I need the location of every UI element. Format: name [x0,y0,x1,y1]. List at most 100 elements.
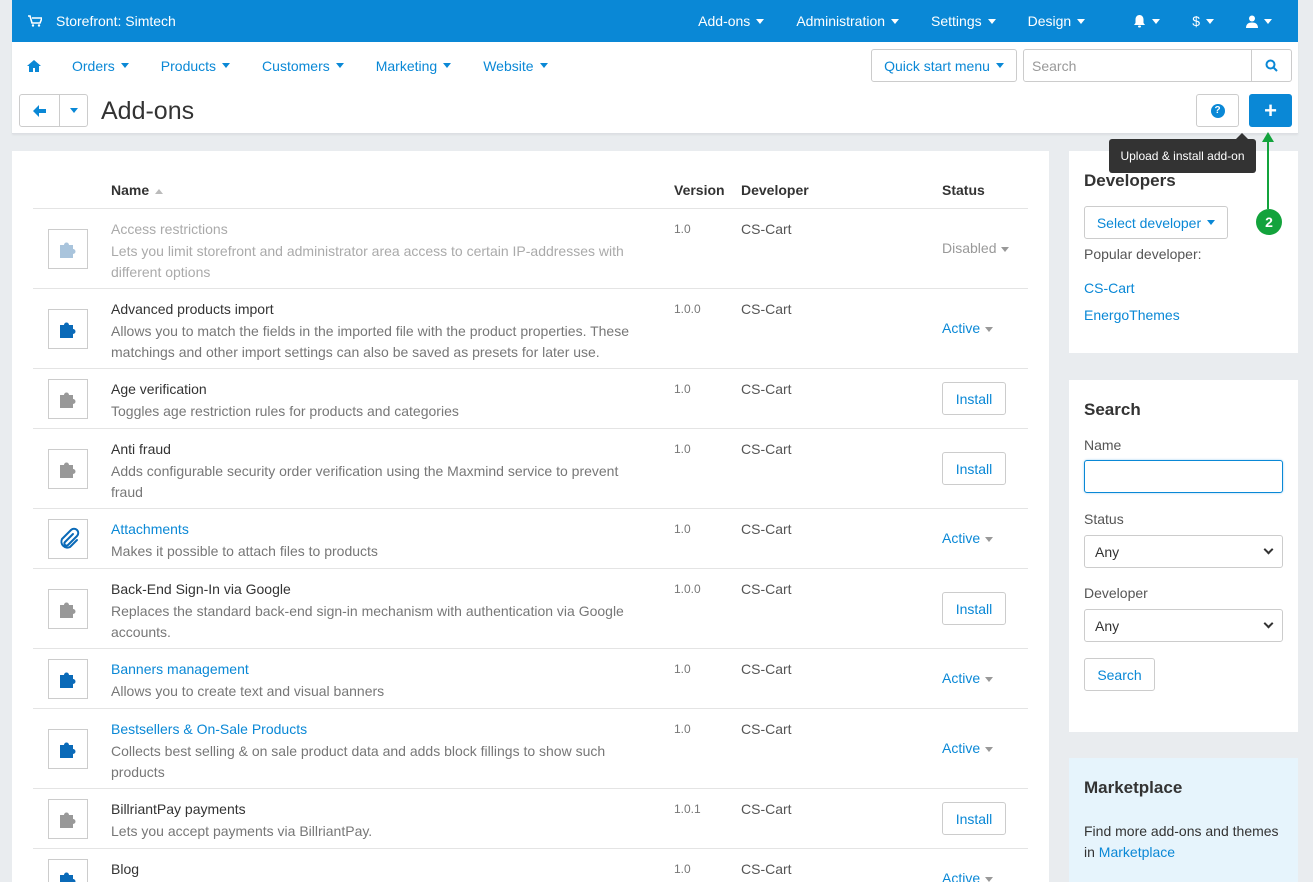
nav-website[interactable]: Website [467,58,563,74]
callout-badge: 2 [1256,209,1282,235]
addon-developer: CS-Cart [741,801,792,817]
puzzle-icon [48,799,88,839]
home-icon [27,59,41,72]
menu-settings-label: Settings [931,13,982,29]
install-button[interactable]: Install [942,382,1006,415]
table-row: Age verification Toggles age restriction… [33,369,1028,429]
addon-description: Toggles age restriction rules for produc… [111,403,459,419]
addon-version: 1.0.0 [674,582,701,596]
addon-name-link[interactable]: Attachments [111,521,189,537]
chevron-down-icon [1152,18,1161,24]
table-row: BillriantPay payments Lets you accept pa… [33,789,1028,849]
addon-description: Makes it possible to attach files to pro… [111,543,378,559]
install-button[interactable]: Install [942,592,1006,625]
addons-table: Name Version Developer Status Access res… [12,151,1049,882]
notifications-menu[interactable] [1101,0,1176,42]
status-label: Active [942,670,981,686]
addon-name: Access restrictions [111,221,228,237]
chevron-down-icon [985,536,994,542]
quick-start-menu-button[interactable]: Quick start menu [871,49,1017,82]
chevron-down-icon [539,63,548,68]
puzzle-icon [48,229,88,269]
developer-label: Developer [1084,585,1148,601]
menu-administration[interactable]: Administration [780,0,915,42]
back-button[interactable] [20,95,60,126]
addon-version: 1.0 [674,442,691,456]
addon-version: 1.0 [674,662,691,676]
addon-developer: CS-Cart [741,721,792,737]
install-button[interactable]: Install [942,452,1006,485]
addon-name: Anti fraud [111,441,171,457]
status-label: Active [942,320,981,336]
menu-addons[interactable]: Add-ons [682,0,780,42]
puzzle-icon [48,859,88,882]
table-row: Bestsellers & On-Sale Products Collects … [33,709,1028,789]
addon-description: Allows you to match the fields in the im… [111,323,630,360]
search-panel: Search Name Status Any Developer Any Sea… [1069,380,1298,732]
addon-description: Adds configurable security order verific… [111,463,619,500]
install-button[interactable]: Install [942,802,1006,835]
chevron-down-icon [120,63,129,68]
search-button[interactable]: Search [1084,658,1155,691]
storefront-link[interactable]: Storefront: Simtech [12,13,176,29]
status-dropdown[interactable]: Disabled [942,240,1010,256]
developer-select-value: Any [1095,617,1120,634]
currency-menu[interactable]: $ [1176,0,1230,42]
addon-developer: CS-Cart [741,661,792,677]
status-dropdown[interactable]: Active [942,530,994,546]
addon-developer: CS-Cart [741,381,792,397]
addon-version: 1.0.1 [674,802,701,816]
marketplace-link[interactable]: Marketplace [1099,844,1175,860]
arrow-left-icon [33,104,46,117]
column-name-label: Name [111,182,150,198]
cart-icon [28,15,42,27]
chevron-down-icon [1077,18,1086,24]
name-input[interactable] [1084,460,1283,493]
user-menu[interactable] [1230,0,1298,42]
navigation-bar: Orders Products Customers Marketing Webs… [12,42,1298,134]
menu-design[interactable]: Design [1012,0,1102,42]
select-developer-button[interactable]: Select developer [1084,206,1228,239]
nav-customers[interactable]: Customers [246,58,360,74]
chevron-down-icon [756,18,765,24]
addon-name: Advanced products import [111,301,274,317]
store-title: Storefront: Simtech [56,13,176,29]
status-label: Active [942,740,981,756]
status-dropdown[interactable]: Active [942,870,994,882]
back-history-dropdown[interactable] [60,95,87,126]
chevron-down-icon [1001,246,1010,252]
addon-name: Age verification [111,381,207,397]
table-row: Banners management Allows you to create … [33,649,1028,709]
developer-link-energothemes[interactable]: EnergoThemes [1084,307,1180,323]
marketplace-text: Find more add-ons and themes in Marketpl… [1084,821,1284,863]
addon-version: 1.0 [674,382,691,396]
nav-marketing[interactable]: Marketing [360,58,467,74]
status-select[interactable]: Any [1084,535,1283,568]
addon-name: Blog [111,861,140,877]
menu-addons-label: Add-ons [698,13,751,29]
status-dropdown[interactable]: Active [942,670,994,686]
addon-name: BillriantPay payments [111,801,246,817]
menu-settings[interactable]: Settings [915,0,1012,42]
global-search-input[interactable] [1024,50,1251,81]
table-row: Blog 1.0 CS-Cart Active [33,849,1028,882]
puzzle-icon [48,449,88,489]
home-button[interactable] [12,59,56,72]
addon-name-link[interactable]: Banners management [111,661,249,677]
nav-products[interactable]: Products [145,58,246,74]
nav-orders[interactable]: Orders [56,58,145,74]
status-label: Active [942,530,981,546]
puzzle-icon [48,379,88,419]
chevron-down-icon [222,63,231,68]
developer-link-cs-cart[interactable]: CS-Cart [1084,280,1135,296]
status-dropdown[interactable]: Active [942,740,994,756]
column-name[interactable]: Name [111,182,164,198]
upload-install-addon-button[interactable]: + [1249,94,1292,127]
status-dropdown[interactable]: Active [942,320,994,336]
developer-select[interactable]: Any [1084,609,1283,642]
global-search-button[interactable] [1251,50,1291,81]
sort-asc-icon [155,188,164,194]
help-button[interactable]: ? [1196,94,1239,127]
addon-name-link[interactable]: Bestsellers & On-Sale Products [111,721,307,737]
addon-version: 1.0 [674,222,691,236]
